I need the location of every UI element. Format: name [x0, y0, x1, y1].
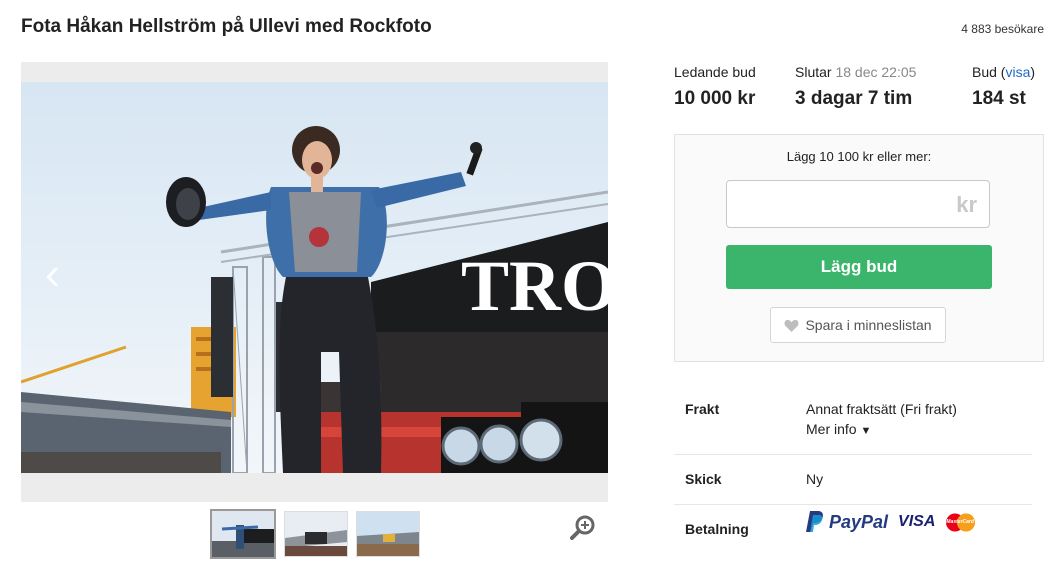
bid-panel: Lägg 10 100 kr eller mer: kr Lägg bud Sp… — [674, 134, 1044, 362]
main-photo[interactable]: TRO — [21, 82, 608, 473]
thumbnail-2[interactable] — [284, 511, 348, 557]
condition-label: Skick — [685, 471, 722, 487]
leading-bid: Ledande bud 10 000 kr — [674, 64, 756, 110]
stage-banner-text: TRO — [461, 246, 608, 326]
paypal-logo: PayPal — [806, 511, 888, 533]
thumbnail-strip — [210, 509, 420, 559]
leading-bid-value: 10 000 kr — [674, 88, 756, 109]
heart-icon — [784, 319, 799, 332]
thumbnail-3[interactable] — [356, 511, 420, 557]
ends-label: Slutar — [795, 64, 832, 80]
bid-count-label: Bud (visa) — [972, 64, 1036, 80]
more-info-link[interactable]: Mer info ▼ — [806, 421, 871, 437]
show-bids-link[interactable]: visa — [1005, 64, 1030, 80]
visa-logo: VISA — [898, 513, 936, 530]
payment-label: Betalning — [685, 521, 749, 537]
bid-amount-field[interactable]: kr — [726, 180, 990, 228]
zoom-icon[interactable] — [570, 514, 596, 545]
more-info-label: Mer info — [806, 421, 857, 437]
leading-bid-label: Ledande bud — [674, 64, 756, 80]
bid-count: Bud (visa) 184 st — [972, 64, 1035, 110]
paypal-icon — [806, 511, 823, 532]
thumbnail-1[interactable] — [210, 509, 276, 559]
time-remaining: 3 dagar 7 tim — [795, 88, 913, 109]
payment-row: Betalning PayPal VISA MasterCard — [674, 505, 1032, 555]
save-to-watchlist-button[interactable]: Spara i minneslistan — [770, 307, 946, 343]
mastercard-text: MasterCard — [946, 518, 974, 525]
condition-row: Skick Ny — [674, 455, 1032, 505]
item-details: Frakt Annat fraktsätt (Fri frakt) Mer in… — [674, 385, 1032, 555]
bid-count-value: 184 st — [972, 88, 1026, 109]
shipping-row: Frakt Annat fraktsätt (Fri frakt) Mer in… — [674, 385, 1032, 455]
image-gallery: TRO ‹ — [21, 62, 608, 502]
visitor-count: 4 883 besökare — [961, 22, 1044, 36]
shipping-value: Annat fraktsätt (Fri frakt) — [806, 401, 957, 417]
paypal-text: PayPal — [829, 511, 889, 532]
minimum-bid-text: Lägg 10 100 kr eller mer: — [786, 149, 932, 164]
bid-amount-input[interactable] — [737, 181, 941, 227]
ends-date: 18 dec 22:05 — [835, 64, 917, 80]
save-label: Spara i minneslistan — [805, 317, 932, 333]
page-title: Fota Håkan Hellström på Ullevi med Rockf… — [21, 16, 432, 37]
previous-image-arrow[interactable]: ‹ — [45, 250, 60, 296]
currency-suffix: kr — [956, 192, 977, 217]
auction-end: Slutar 18 dec 22:05 3 dagar 7 tim — [795, 64, 916, 110]
payment-methods: PayPal VISA MasterCard — [806, 511, 976, 533]
mastercard-logo: MasterCard — [945, 513, 976, 532]
caret-down-icon: ▼ — [860, 425, 872, 437]
shipping-label: Frakt — [685, 401, 720, 417]
condition-value: Ny — [806, 471, 824, 487]
place-bid-button[interactable]: Lägg bud — [726, 245, 992, 289]
bids-label: Bud — [972, 64, 997, 80]
auction-end-label: Slutar 18 dec 22:05 — [795, 64, 916, 80]
